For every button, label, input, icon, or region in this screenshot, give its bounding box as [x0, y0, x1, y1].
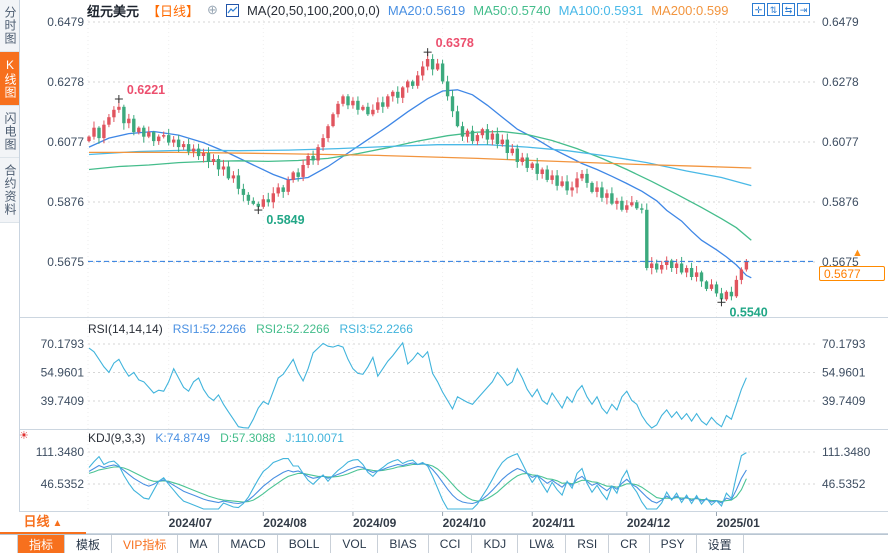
kdj-panel-header: KDJ(9,3,3) K:74.8749 D:57.3088 J:110.007…	[88, 431, 344, 445]
svg-text:0.5849: 0.5849	[266, 213, 304, 227]
ma-lines-layer	[88, 89, 752, 279]
tab-indicator[interactable]: 指标	[18, 535, 66, 553]
kdj-panel-icon[interactable]: ☀	[19, 429, 29, 442]
rsi-line	[88, 341, 747, 429]
svg-text:2024/08: 2024/08	[263, 516, 307, 530]
svg-text:70.1793: 70.1793	[41, 337, 85, 351]
tab-psy[interactable]: PSY	[650, 535, 697, 553]
kdj-d-value: D:57.3088	[220, 431, 276, 445]
symbol-name: 纽元美元	[87, 3, 140, 19]
x-axis-scale-icon[interactable]: ⇆	[782, 3, 795, 16]
rsi-panel-header: RSI(14,14,14) RSI1:52.2266 RSI2:52.2266 …	[88, 322, 413, 336]
svg-text:0.6077: 0.6077	[47, 135, 84, 149]
candles-layer	[87, 52, 749, 303]
tab-lw[interactable]: LW&	[518, 535, 567, 553]
svg-text:54.9601: 54.9601	[41, 366, 85, 380]
svg-text:39.7409: 39.7409	[822, 394, 866, 408]
svg-text:0.6479: 0.6479	[47, 15, 84, 29]
ma100-value: MA100:0.5931	[558, 2, 644, 18]
date-axis: 2024/07 2024/08 2024/09 2024/10 2024/11 2024/…	[168, 512, 760, 530]
sidebar-item-time-chart[interactable]: 分时图	[0, 0, 19, 52]
svg-text:2024/09: 2024/09	[353, 516, 397, 530]
sidebar: 分时图 K线图 闪电图 合约资料	[0, 0, 20, 512]
ma-line-ma20	[88, 89, 752, 279]
svg-text:0.6077: 0.6077	[822, 135, 859, 149]
price-up-arrow-icon: ▲	[852, 247, 863, 259]
chart-canvas[interactable]: 0.6221 0.6378 0.5849 0.5540 0.6479 0.6479 0.62…	[0, 0, 888, 553]
rsi3-value: RSI3:52.2266	[339, 322, 413, 336]
triangle-up-icon: ▲	[52, 518, 63, 529]
svg-text:0.6221: 0.6221	[127, 83, 165, 97]
ma50-value: MA50:0.5740	[473, 2, 551, 18]
period-label: 日线	[23, 514, 50, 529]
panel-separators	[20, 317, 888, 534]
tab-macd[interactable]: MACD	[219, 535, 278, 553]
ma-params-label: MA(20,50,100,200,0,0)	[246, 2, 380, 18]
tab-ma[interactable]: MA	[178, 535, 220, 553]
svg-text:54.9601: 54.9601	[822, 366, 866, 380]
indicator-tabbar: 指标 模板 VIP指标 MA MACD BOLL VOL BIAS CCI KD…	[0, 534, 888, 553]
sidebar-item-contract-info[interactable]: 合约资料	[0, 158, 19, 223]
svg-text:2024/07: 2024/07	[169, 516, 213, 530]
kdj-j-value: J:110.0071	[285, 431, 344, 445]
rsi1-value: RSI1:52.2266	[172, 322, 247, 336]
kdj-k-value: K:74.8749	[155, 431, 211, 445]
svg-text:0.6378: 0.6378	[436, 36, 474, 50]
svg-text:0.5876: 0.5876	[47, 195, 84, 209]
svg-text:46.5352: 46.5352	[41, 477, 85, 491]
period-selector[interactable]: 日线 ▲	[0, 512, 86, 534]
svg-text:46.5352: 46.5352	[822, 477, 866, 491]
kdj-lines	[88, 452, 747, 510]
svg-text:0.5540: 0.5540	[729, 305, 767, 319]
ma20-value: MA20:0.5619	[387, 2, 466, 18]
tab-cci[interactable]: CCI	[429, 535, 473, 553]
tab-settings[interactable]: 设置	[697, 535, 744, 553]
rsi2-value: RSI2:52.2266	[256, 322, 330, 336]
tab-boll[interactable]: BOLL	[278, 535, 332, 553]
tab-template[interactable]: 模板	[65, 535, 113, 553]
move-crosshair-icon[interactable]: ✛	[752, 3, 765, 16]
pan-right-icon[interactable]: ⇥	[797, 3, 810, 16]
svg-text:0.6278: 0.6278	[822, 75, 859, 89]
indicator-chart-icon[interactable]	[225, 3, 239, 17]
kdj-params-label: KDJ(9,3,3)	[88, 431, 146, 445]
svg-text:39.7409: 39.7409	[41, 394, 85, 408]
tab-vol[interactable]: VOL	[331, 535, 379, 553]
svg-text:2024/10: 2024/10	[443, 516, 487, 530]
last-price-box: 0.5677	[819, 266, 885, 281]
circle-plus-icon[interactable]: ⊕	[207, 2, 218, 18]
svg-text:111.3480: 111.3480	[822, 445, 871, 459]
svg-text:0.5675: 0.5675	[47, 255, 84, 269]
svg-text:111.3480: 111.3480	[36, 445, 85, 459]
svg-text:0.5876: 0.5876	[822, 195, 859, 209]
chart-header: 纽元美元 【日线】 ⊕ MA(20,50,100,200,0,0) MA20:0…	[87, 2, 729, 19]
chart-toolbar: ✛ ⇅ ⇆ ⇥	[752, 3, 810, 16]
svg-text:0.6278: 0.6278	[47, 75, 84, 89]
y-axis-scale-icon[interactable]: ⇅	[767, 3, 780, 16]
tab-vip-indicator[interactable]: VIP指标	[112, 535, 179, 553]
svg-text:70.1793: 70.1793	[822, 337, 866, 351]
svg-text:0.6479: 0.6479	[822, 15, 859, 29]
svg-text:2024/11: 2024/11	[532, 516, 575, 530]
svg-text:2024/12: 2024/12	[627, 516, 671, 530]
tab-rsi[interactable]: RSI	[566, 535, 610, 553]
svg-text:2025/01: 2025/01	[716, 516, 760, 530]
period-badge: 【日线】	[147, 3, 200, 19]
tab-cr[interactable]: CR	[609, 535, 650, 553]
sidebar-item-lightning-chart[interactable]: 闪电图	[0, 106, 19, 158]
tab-kdj[interactable]: KDJ	[472, 535, 519, 553]
trading-app: 0.6221 0.6378 0.5849 0.5540 0.6479 0.6479 0.62…	[0, 0, 888, 553]
sidebar-item-kline-chart[interactable]: K线图	[0, 52, 19, 106]
rsi-params-label: RSI(14,14,14)	[88, 322, 163, 336]
ma200-value: MA200:0.599	[651, 2, 729, 18]
tab-spacer	[0, 535, 18, 553]
tab-bias[interactable]: BIAS	[378, 535, 429, 553]
